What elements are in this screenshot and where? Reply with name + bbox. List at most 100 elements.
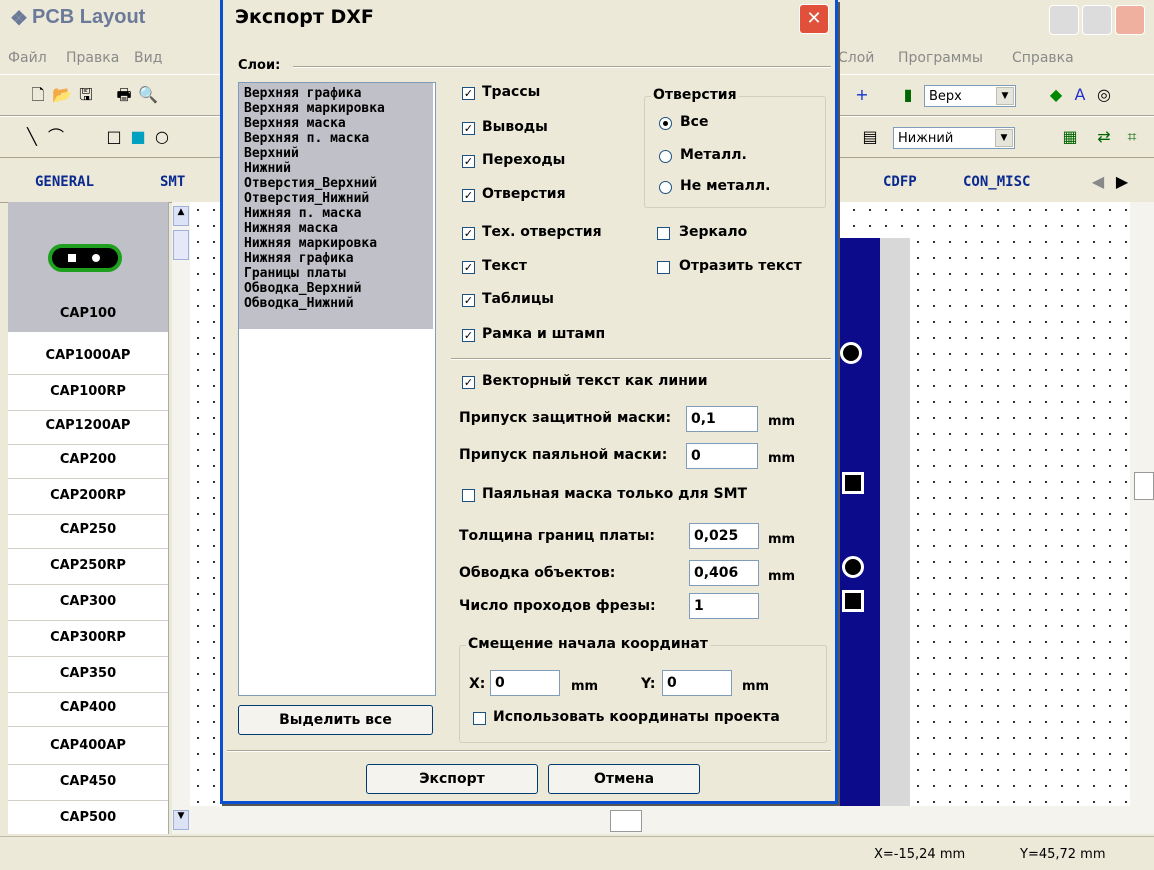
menu-edit[interactable]: Правка [66,50,119,66]
list-item[interactable]: CAP500 [8,800,168,837]
list-item[interactable]: CAP1000AP [8,338,168,375]
paste-clearance-input[interactable]: 0 [686,443,758,469]
print-preview-icon[interactable]: 🔍 [138,85,158,105]
scroll-down-icon[interactable]: ▼ [173,810,189,830]
list-item[interactable]: CAP300RP [8,620,168,657]
menu-programs[interactable]: Программы [898,50,983,66]
new-file-icon[interactable]: 🗋 [28,85,48,105]
line-tool-icon[interactable]: ╲ [22,127,42,147]
layer-item[interactable]: Верхняя маска [244,116,346,131]
menu-layer[interactable]: Слой [838,50,874,66]
maximize-button[interactable] [1082,5,1112,35]
holes-nonmetal-radio[interactable] [659,181,672,194]
menu-help[interactable]: Справка [1012,50,1074,66]
list-item[interactable]: CAP250 [8,512,168,549]
via-icon[interactable]: ◎ [1094,85,1114,105]
list-item[interactable]: CAP450 [8,764,168,801]
component-list-scrollbar[interactable]: ▲ ▼ [172,202,190,834]
tab-general[interactable]: GENERAL [35,174,94,190]
list-item[interactable]: CAP400AP [8,728,168,765]
save-icon[interactable]: 🖫 [76,85,96,105]
tab-con-misc[interactable]: CON_MISC [963,174,1030,190]
text-checkbox[interactable]: ✓ [462,261,475,274]
list-item[interactable]: CAP400 [8,690,168,727]
list-item[interactable]: CAP100RP [8,374,168,411]
layer-item[interactable]: Нижняя маска [244,221,338,236]
layer-item[interactable]: Отверстия_Верхний [244,176,377,191]
text-tool-icon[interactable]: A [1070,85,1090,105]
holes-metal-radio[interactable] [659,150,672,163]
layer-item[interactable]: Верхняя п. маска [244,131,369,146]
drc-icon[interactable]: ▤ [860,127,880,147]
list-item[interactable]: CAP300 [8,584,168,621]
crosshair-icon[interactable]: + [852,85,872,105]
frame-checkbox[interactable]: ✓ [462,329,475,342]
list-item[interactable]: CAP250RP [8,548,168,585]
canvas-vscroll-thumb[interactable] [1134,472,1154,500]
export-button[interactable]: Экспорт [366,764,538,794]
use-project-coords-checkbox[interactable] [473,712,486,725]
smt-only-checkbox[interactable] [462,489,475,502]
holes-all-radio[interactable] [659,117,672,130]
chevron-down-icon[interactable]: ▼ [996,87,1014,105]
layer-item[interactable]: Нижняя графика [244,251,354,266]
traces-checkbox[interactable]: ✓ [462,87,475,100]
layer-item[interactable]: Верхняя маркировка [244,101,385,116]
arc-tool-icon[interactable]: ⌒ [46,127,66,147]
passes-input[interactable]: 1 [689,593,759,619]
menu-view[interactable]: Вид [134,50,162,66]
close-icon[interactable]: ✕ [799,4,829,34]
layer-item[interactable]: Обводка_Верхний [244,281,361,296]
ellipse-tool-icon[interactable]: ○ [152,127,172,147]
outline-input[interactable]: 0,406 [689,560,759,586]
minimize-button[interactable] [1049,5,1079,35]
layer-item[interactable]: Верхний [244,146,299,161]
layer-item[interactable]: Нижняя маркировка [244,236,377,251]
top-layer-select[interactable]: Верх ▼ [924,85,1016,107]
pins-checkbox[interactable]: ✓ [462,122,475,135]
pad-icon[interactable]: ◆ [1046,85,1066,105]
rect-tool-icon[interactable]: □ [104,127,124,147]
open-file-icon[interactable]: 📂 [52,85,72,105]
list-item[interactable]: CAP200RP [8,478,168,515]
canvas-vscroll[interactable] [1130,202,1154,806]
mirror-checkbox[interactable] [657,227,670,240]
tables-checkbox[interactable]: ✓ [462,294,475,307]
list-item[interactable]: CAP350 [8,656,168,693]
select-all-button[interactable]: Выделить все [238,705,433,735]
board-width-input[interactable]: 0,025 [689,523,759,549]
mask-clearance-input[interactable]: 0,1 [686,406,758,432]
origin-y-input[interactable]: 0 [662,670,732,696]
layer-item[interactable]: Верхняя графика [244,86,361,101]
cancel-button[interactable]: Отмена [548,764,700,794]
menu-file[interactable]: Файл [8,50,47,66]
route-icon[interactable]: ⌗ [1122,127,1142,147]
layer-item[interactable]: Отверстия_Нижний [244,191,369,206]
layer-item[interactable]: Обводка_Нижний [244,296,354,311]
list-item-selected[interactable]: CAP100 [8,296,168,332]
print-icon[interactable]: 🖶 [114,85,134,105]
tab-scroll-left-icon[interactable]: ◀ [1088,172,1108,192]
tech-holes-checkbox[interactable]: ✓ [462,227,475,240]
filled-rect-tool-icon[interactable]: ■ [128,127,148,147]
mirror-text-checkbox[interactable] [657,261,670,274]
swap-icon[interactable]: ⇄ [1094,127,1114,147]
origin-x-input[interactable]: 0 [490,670,560,696]
layer-item[interactable]: Нижний [244,161,291,176]
tab-cdfp[interactable]: CDFP [883,174,917,190]
bottom-layer-select[interactable]: Нижний ▼ [893,127,1015,149]
close-window-button[interactable] [1115,5,1145,35]
layer-item[interactable]: Нижняя п. маска [244,206,361,221]
tab-scroll-right-icon[interactable]: ▶ [1112,172,1132,192]
layer-item[interactable]: Границы платы [244,266,346,281]
scroll-thumb[interactable] [173,230,189,260]
holes-checkbox[interactable]: ✓ [462,189,475,202]
vias-checkbox[interactable]: ✓ [462,155,475,168]
vector-text-checkbox[interactable]: ✓ [462,376,475,389]
chevron-down-icon[interactable]: ▼ [995,129,1013,147]
canvas-hscroll[interactable] [190,806,1154,834]
list-item[interactable]: CAP1200AP [8,408,168,445]
scroll-up-icon[interactable]: ▲ [173,206,189,226]
component-icon[interactable]: ▦ [1060,127,1080,147]
canvas-hscroll-thumb[interactable] [610,810,642,832]
